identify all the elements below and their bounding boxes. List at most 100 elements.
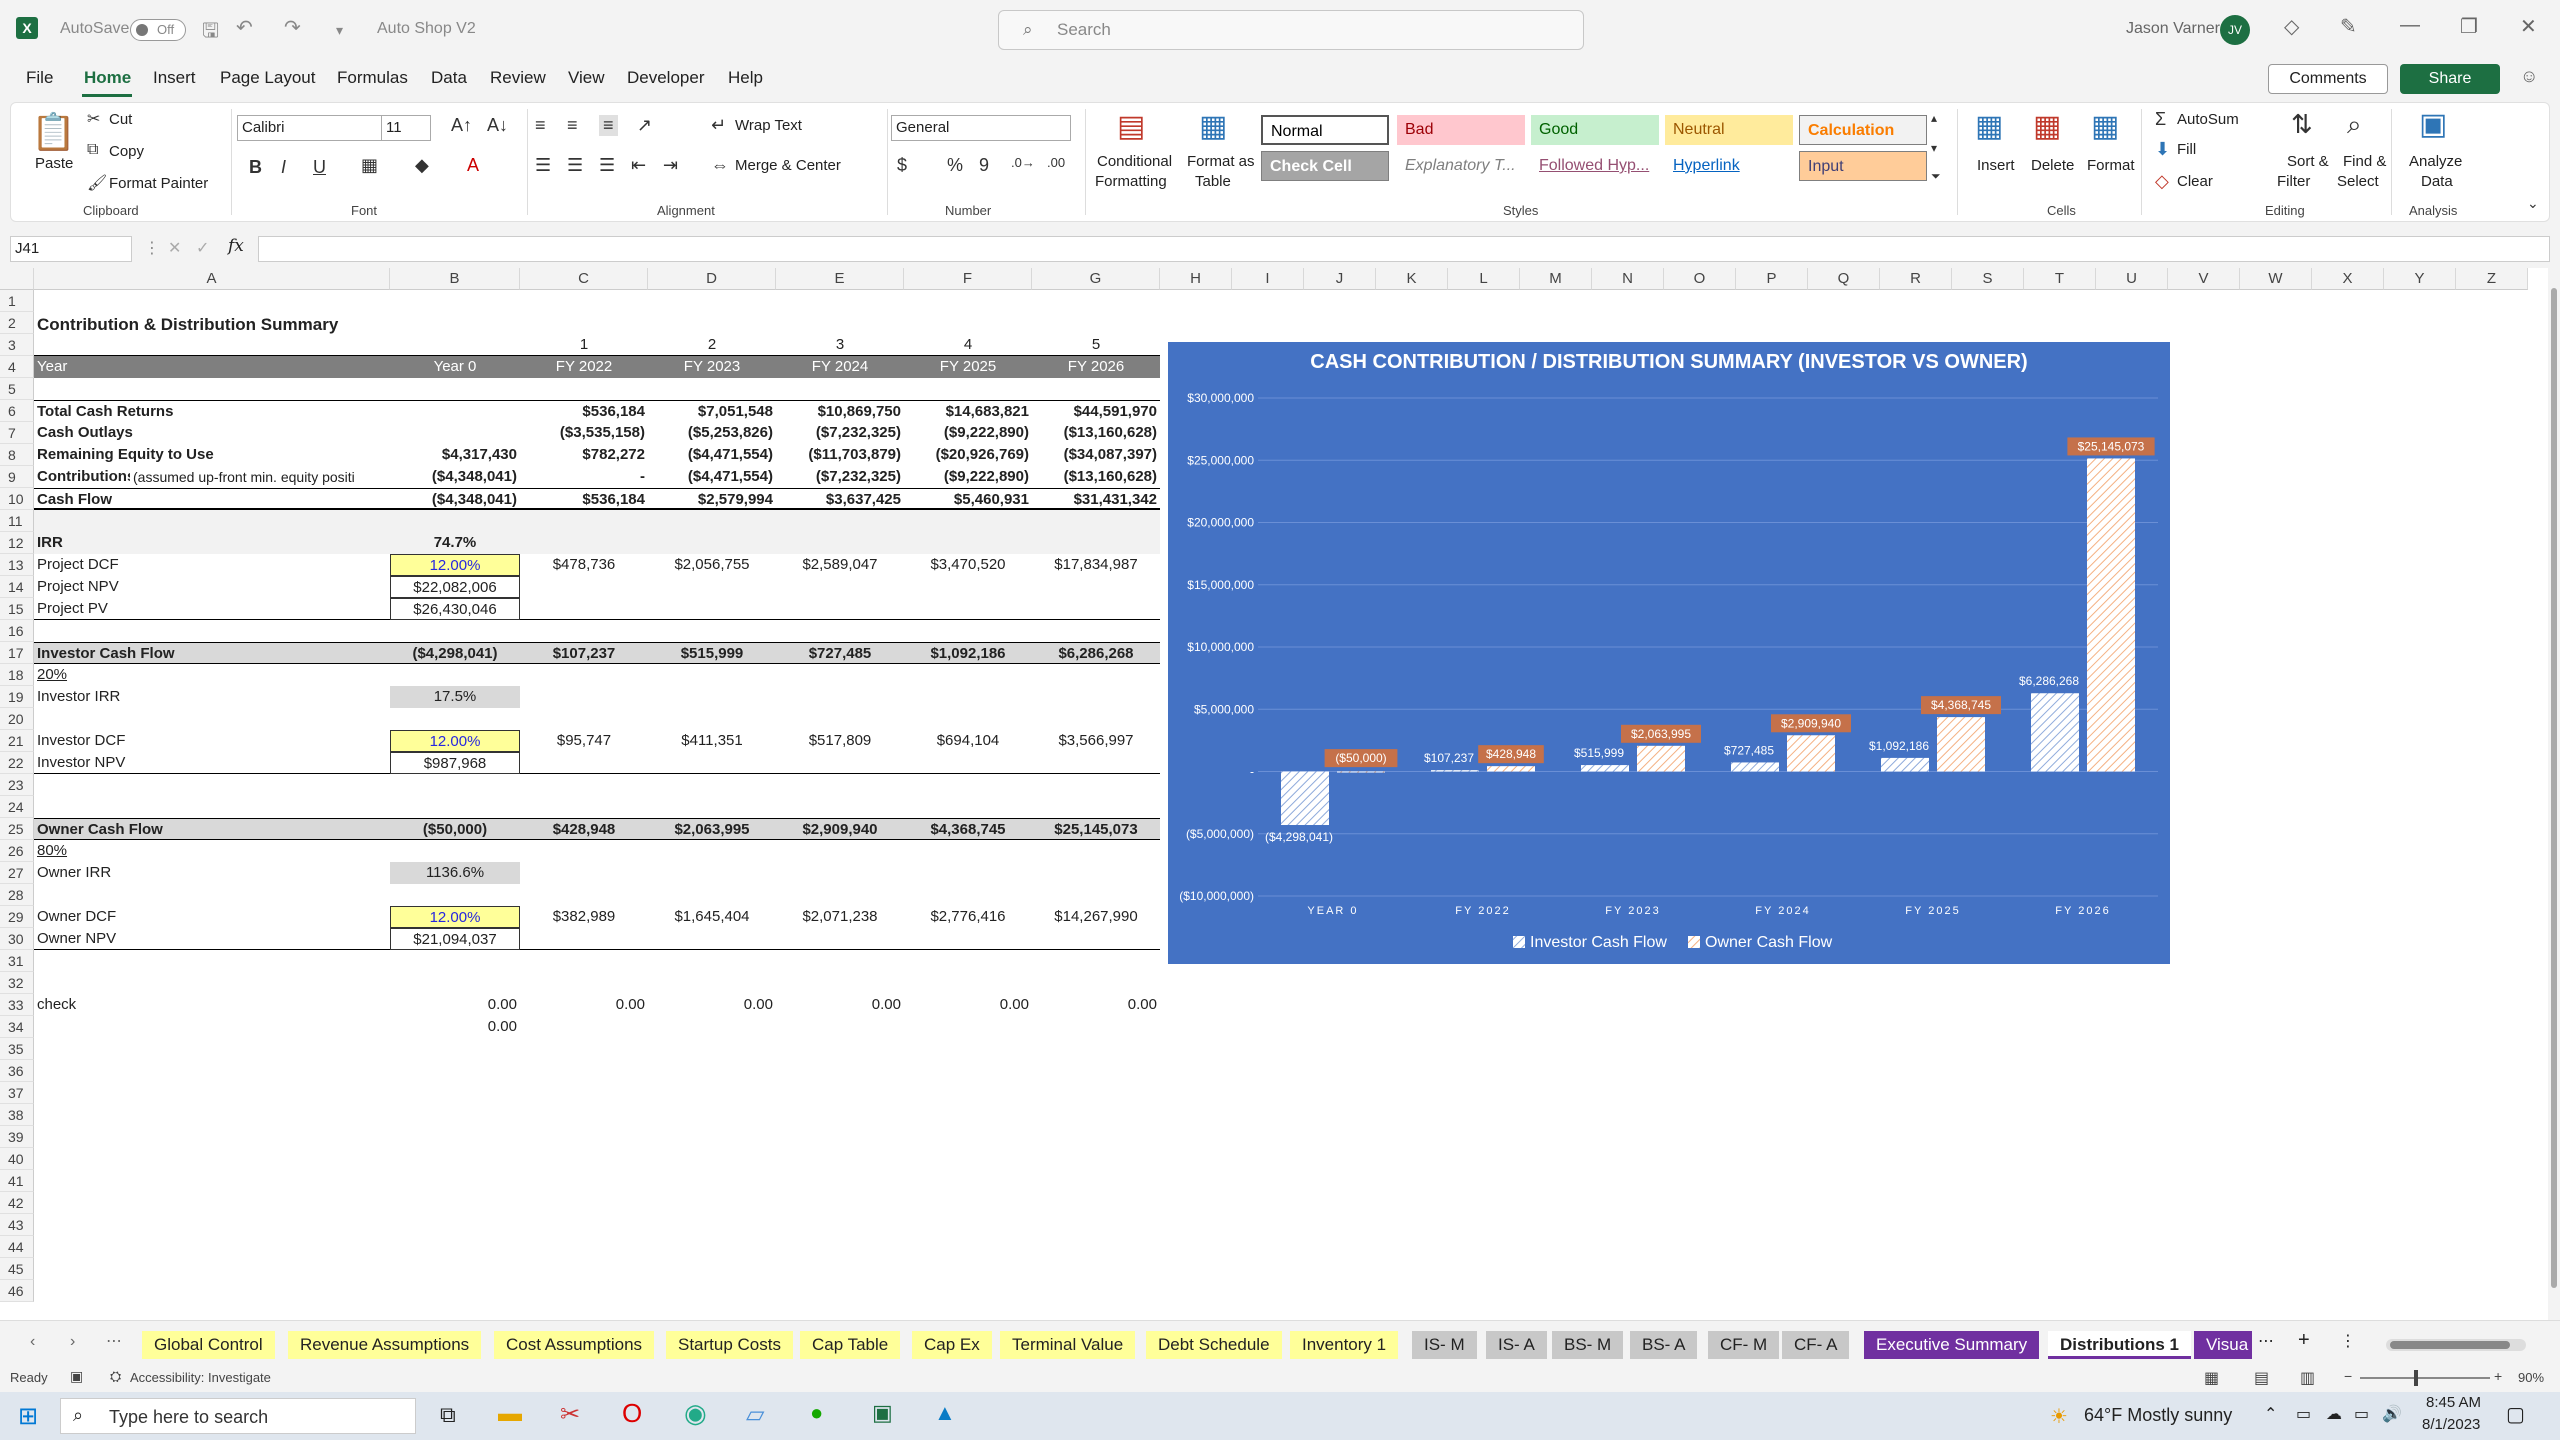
merge-center-icon[interactable]: ⇔ bbox=[711, 155, 729, 176]
header-cell[interactable]: FY 2023 bbox=[648, 356, 776, 378]
conditional-formatting-icon[interactable]: ▤ bbox=[1117, 109, 1145, 144]
column-header-j[interactable]: J bbox=[1304, 268, 1376, 290]
year-number-cell[interactable]: 3 bbox=[776, 334, 904, 356]
select-label[interactable]: Select bbox=[2337, 173, 2379, 190]
year-number-cell[interactable]: 5 bbox=[1032, 334, 1160, 356]
user-name[interactable]: Jason Varner bbox=[2126, 20, 2220, 38]
save-icon[interactable]: 🖫 bbox=[202, 16, 219, 50]
number-format-combo[interactable]: General bbox=[891, 115, 1071, 141]
insert-cells-icon[interactable]: ▦ bbox=[1975, 109, 2003, 144]
total_cash_returns-cell[interactable]: $10,869,750 bbox=[776, 401, 904, 423]
remaining_equity-cell[interactable]: ($20,926,769) bbox=[904, 444, 1032, 466]
row-header-12[interactable]: 12 bbox=[0, 532, 34, 554]
investor-dcf-cell[interactable]: $517,809 bbox=[776, 730, 904, 752]
table-label[interactable]: Table bbox=[1195, 173, 1231, 190]
fill-button[interactable]: Fill bbox=[2177, 141, 2196, 158]
project-dcf-cell[interactable]: $2,589,047 bbox=[776, 554, 904, 576]
clock-date[interactable]: 8/1/2023 bbox=[2422, 1416, 2480, 1433]
autosave-toggle[interactable]: Off bbox=[130, 19, 186, 41]
row-header-31[interactable]: 31 bbox=[0, 950, 34, 972]
row-header-29[interactable]: 29 bbox=[0, 906, 34, 928]
project-dcf-cell[interactable]: $2,056,755 bbox=[648, 554, 776, 576]
investor-cf-cell[interactable]: $1,092,186 bbox=[904, 643, 1032, 665]
row-header-28[interactable]: 28 bbox=[0, 884, 34, 906]
row-header-46[interactable]: 46 bbox=[0, 1280, 34, 1302]
horizontal-scrollbar[interactable] bbox=[2386, 1339, 2526, 1351]
analyze-data-icon[interactable]: ▣ bbox=[2419, 107, 2447, 142]
font-size-combo[interactable]: 11 bbox=[381, 115, 431, 141]
sheet-title[interactable]: Contribution & Distribution Summary bbox=[34, 314, 534, 336]
snipping-tool-icon[interactable]: ✂ bbox=[560, 1400, 580, 1429]
column-header-h[interactable]: H bbox=[1160, 268, 1232, 290]
feedback-icon[interactable]: ☺ bbox=[2520, 66, 2538, 87]
menu-help[interactable]: Help bbox=[728, 68, 763, 88]
notifications-icon[interactable]: ▢ bbox=[2506, 1402, 2525, 1427]
style-bad[interactable]: Bad bbox=[1397, 115, 1525, 145]
avatar[interactable]: JV bbox=[2220, 15, 2250, 45]
collapse-ribbon-icon[interactable]: ⌄ bbox=[2527, 195, 2539, 212]
clear-icon[interactable]: ◇ bbox=[2155, 171, 2169, 192]
total_cash_returns-cell[interactable]: Total Cash Returns bbox=[34, 401, 390, 423]
comments-button[interactable]: Comments bbox=[2268, 64, 2388, 94]
total_cash_returns-cell[interactable] bbox=[390, 401, 520, 423]
owner-irr-label[interactable]: Owner IRR bbox=[34, 862, 390, 884]
orientation-icon[interactable]: ↗ bbox=[637, 115, 652, 136]
investor-cf-cell[interactable]: $515,999 bbox=[648, 643, 776, 665]
cash_outlays-cell[interactable]: ($3,535,158) bbox=[520, 422, 648, 444]
decrease-font-icon[interactable]: A↓ bbox=[487, 115, 508, 136]
sheet-tab-executive-summary[interactable]: Executive Summary bbox=[1864, 1331, 2040, 1359]
cash_outlays-cell[interactable]: ($13,160,628) bbox=[1032, 422, 1160, 444]
row-header-19[interactable]: 19 bbox=[0, 686, 34, 708]
style-normal[interactable]: Normal bbox=[1261, 115, 1389, 145]
tray-app-icon[interactable]: ▭ bbox=[2296, 1404, 2311, 1424]
cash_flow-cell[interactable]: $3,637,425 bbox=[776, 489, 904, 511]
investor-dcf-cell[interactable]: $411,351 bbox=[648, 730, 776, 752]
project-dcf-label[interactable]: Project DCF bbox=[34, 554, 390, 576]
font-color-icon[interactable]: A bbox=[467, 155, 479, 176]
redo-icon[interactable]: ↷ bbox=[284, 15, 301, 40]
restore-icon[interactable]: ❐ bbox=[2460, 14, 2478, 39]
column-header-v[interactable]: V bbox=[2168, 268, 2240, 290]
filter-label[interactable]: Filter bbox=[2277, 173, 2310, 190]
column-header-c[interactable]: C bbox=[520, 268, 648, 290]
owner-cf-cell[interactable]: $2,063,995 bbox=[648, 819, 776, 841]
investor-cf-cell[interactable]: $727,485 bbox=[776, 643, 904, 665]
total_cash_returns-cell[interactable]: $44,591,970 bbox=[1032, 401, 1160, 423]
cash_outlays-cell[interactable]: ($5,253,826) bbox=[648, 422, 776, 444]
accounting-format-icon[interactable]: $ bbox=[897, 155, 907, 176]
tray-chevron-icon[interactable]: ⌃ bbox=[2264, 1404, 2277, 1424]
column-header-m[interactable]: M bbox=[1520, 268, 1592, 290]
investor-npv-value[interactable]: $987,968 bbox=[390, 752, 520, 774]
contributions-cell[interactable]: ($4,348,041) bbox=[390, 466, 520, 488]
comma-style-icon[interactable]: 9 bbox=[979, 155, 989, 176]
year-number-cell[interactable]: 2 bbox=[648, 334, 776, 356]
vertical-scrollbar[interactable] bbox=[2548, 268, 2560, 1320]
contributions-note[interactable]: (assumed up-front min. equity positi bbox=[130, 466, 390, 488]
row-header-26[interactable]: 26 bbox=[0, 840, 34, 862]
total_cash_returns-cell[interactable]: $7,051,548 bbox=[648, 401, 776, 423]
decrease-indent-icon[interactable]: ⇤ bbox=[631, 155, 646, 176]
chart[interactable]: CASH CONTRIBUTION / DISTRIBUTION SUMMARY… bbox=[1168, 342, 2170, 964]
row-header-8[interactable]: 8 bbox=[0, 444, 34, 466]
header-cell[interactable]: FY 2024 bbox=[776, 356, 904, 378]
owner-dcf-rate[interactable]: 12.00% bbox=[390, 906, 520, 928]
contributions-cell[interactable]: ($4,471,554) bbox=[648, 466, 776, 488]
investor-irr-value[interactable]: 17.5% bbox=[390, 686, 520, 708]
column-header-w[interactable]: W bbox=[2240, 268, 2312, 290]
column-header-n[interactable]: N bbox=[1592, 268, 1664, 290]
sheet-tab-cap-table[interactable]: Cap Table bbox=[800, 1331, 901, 1359]
notepad-icon[interactable]: ▱ bbox=[746, 1400, 764, 1429]
check-cell[interactable]: 0.00 bbox=[1032, 994, 1160, 1016]
header-cell[interactable]: FY 2025 bbox=[904, 356, 1032, 378]
column-header-l[interactable]: L bbox=[1448, 268, 1520, 290]
row-header-27[interactable]: 27 bbox=[0, 862, 34, 884]
column-header-i[interactable]: I bbox=[1232, 268, 1304, 290]
format-button[interactable]: Format bbox=[2087, 157, 2135, 174]
owner-dcf-cell[interactable]: $2,776,416 bbox=[904, 906, 1032, 928]
column-header-z[interactable]: Z bbox=[2456, 268, 2528, 290]
file-explorer-icon[interactable]: ▬ bbox=[498, 1400, 522, 1428]
row-header-9[interactable]: 9 bbox=[0, 466, 34, 488]
owner-dcf-cell[interactable]: $14,267,990 bbox=[1032, 906, 1160, 928]
cut-icon[interactable]: ✂ bbox=[87, 109, 100, 129]
total_cash_returns-cell[interactable]: $536,184 bbox=[520, 401, 648, 423]
